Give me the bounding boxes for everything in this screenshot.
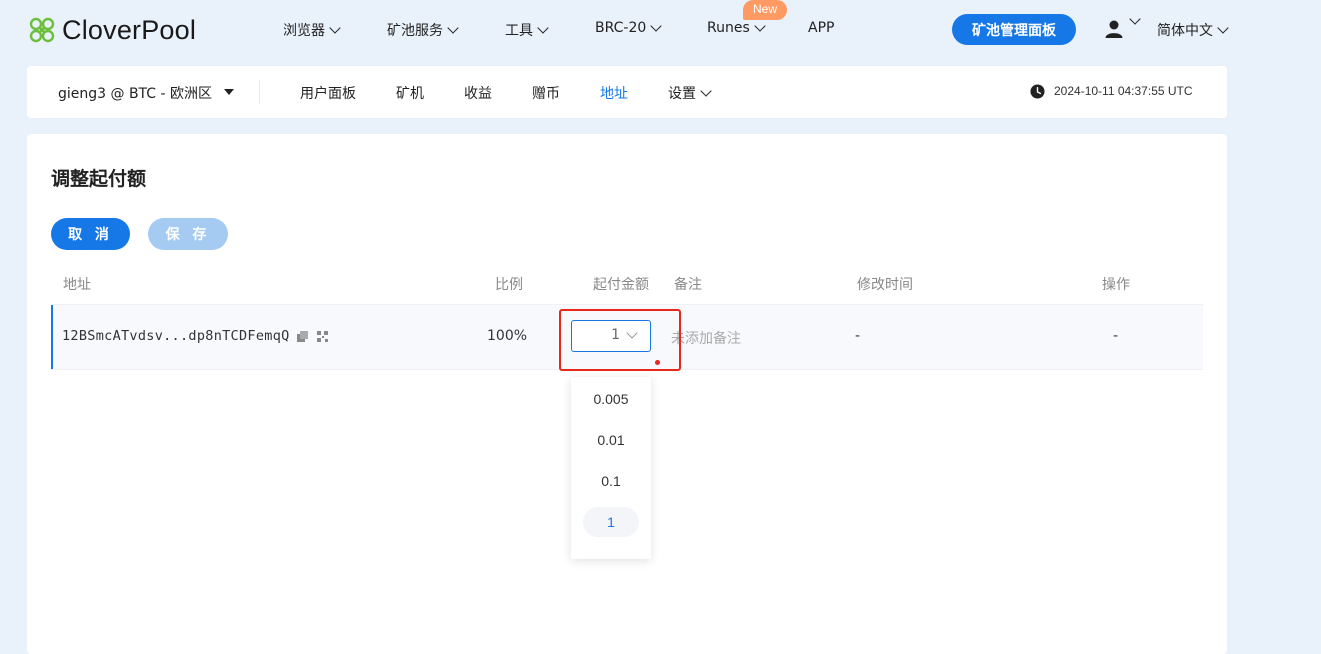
tab-address[interactable]: 地址 <box>600 83 628 103</box>
ratio-value: 100% <box>487 328 528 344</box>
column-header-note: 备注 <box>674 277 702 293</box>
tab-settings[interactable]: 设置 <box>668 83 712 103</box>
nav-browser-label: 浏览器 <box>283 23 325 39</box>
chevron-down-icon <box>447 21 459 34</box>
dropdown-option[interactable]: 0.1 <box>571 473 651 489</box>
nav-pool-services-label: 矿池服务 <box>387 23 443 39</box>
address-value: 12BSmcATvdsv...dp8nTCDFemqQ <box>62 328 290 344</box>
nav-pool-services[interactable]: 矿池服务 <box>387 20 459 40</box>
chevron-down-icon <box>754 19 766 32</box>
cursor-marker <box>655 360 660 365</box>
column-header-threshold: 起付金额 <box>593 277 649 293</box>
nav-runes[interactable]: Runes <box>707 19 766 36</box>
threshold-dropdown: 0.005 0.01 0.1 1 <box>571 377 651 559</box>
new-badge: New <box>743 0 787 20</box>
nav-app[interactable]: APP <box>808 20 834 36</box>
dropdown-option-selected[interactable]: 1 <box>583 507 639 537</box>
logo-text: CloverPool <box>62 14 197 45</box>
chevron-down-icon <box>650 19 662 32</box>
clover-logo-icon <box>29 17 55 43</box>
dropdown-option[interactable]: 0.01 <box>571 432 651 448</box>
nav-app-label: APP <box>808 20 835 36</box>
chevron-down-icon <box>1217 21 1229 34</box>
note-value[interactable]: 未添加备注 <box>671 328 741 348</box>
threshold-panel: 调整起付额 取 消 保 存 地址 比例 起付金额 备注 修改时间 操作 12BS… <box>27 134 1227 654</box>
account-selector[interactable]: gieng3 @ BTC - 欧洲区 <box>58 83 235 103</box>
page-title: 调整起付额 <box>51 168 147 190</box>
language-label: 简体中文 <box>1157 23 1213 39</box>
caret-down-icon <box>224 89 235 95</box>
highlight-annotation-box <box>559 309 681 371</box>
pool-dashboard-button[interactable]: 矿池管理面板 <box>952 14 1076 45</box>
action-value: - <box>1113 328 1119 344</box>
divider <box>259 80 260 104</box>
copy-icon[interactable] <box>297 331 308 342</box>
nav-tools[interactable]: 工具 <box>505 20 549 40</box>
column-header-action: 操作 <box>1102 277 1130 293</box>
column-header-ratio: 比例 <box>495 277 523 293</box>
dropdown-option[interactable]: 0.005 <box>571 391 651 407</box>
chevron-down-icon[interactable] <box>1129 13 1141 25</box>
nav-browser[interactable]: 浏览器 <box>283 20 341 40</box>
nav-brc20[interactable]: BRC-20 <box>595 19 662 36</box>
clock-icon <box>1030 84 1045 99</box>
server-time: 2024-10-11 04:37:55 UTC <box>1054 84 1193 98</box>
nav-runes-label: Runes <box>707 20 750 36</box>
chevron-down-icon <box>329 21 341 34</box>
top-navigation-bar: CloverPool 浏览器 矿池服务 工具 BRC-20 Runes New … <box>0 0 1321 62</box>
save-button[interactable]: 保 存 <box>148 218 228 250</box>
chevron-down-icon <box>537 21 549 34</box>
tab-settings-label: 设置 <box>668 86 696 102</box>
nav-brc20-label: BRC-20 <box>595 20 647 36</box>
account-label: gieng3 @ BTC - 欧洲区 <box>58 86 213 102</box>
column-header-modified: 修改时间 <box>857 277 913 293</box>
modified-value: - <box>855 328 861 344</box>
qr-code-icon[interactable] <box>317 331 328 342</box>
row-accent-bar <box>51 305 53 369</box>
language-selector[interactable]: 简体中文 <box>1157 20 1229 40</box>
column-header-address: 地址 <box>63 277 91 293</box>
tab-bonus[interactable]: 赠币 <box>532 83 560 103</box>
user-icon[interactable] <box>1104 19 1124 39</box>
logo[interactable]: CloverPool <box>26 13 196 47</box>
sub-navigation-bar: gieng3 @ BTC - 欧洲区 用户面板 矿机 收益 赠币 地址 设置 2… <box>27 66 1227 118</box>
cancel-button[interactable]: 取 消 <box>51 218 130 250</box>
tab-miners[interactable]: 矿机 <box>396 83 424 103</box>
nav-tools-label: 工具 <box>505 23 533 39</box>
tab-dashboard[interactable]: 用户面板 <box>300 83 356 103</box>
chevron-down-icon <box>700 84 712 97</box>
tab-earnings[interactable]: 收益 <box>464 83 492 103</box>
